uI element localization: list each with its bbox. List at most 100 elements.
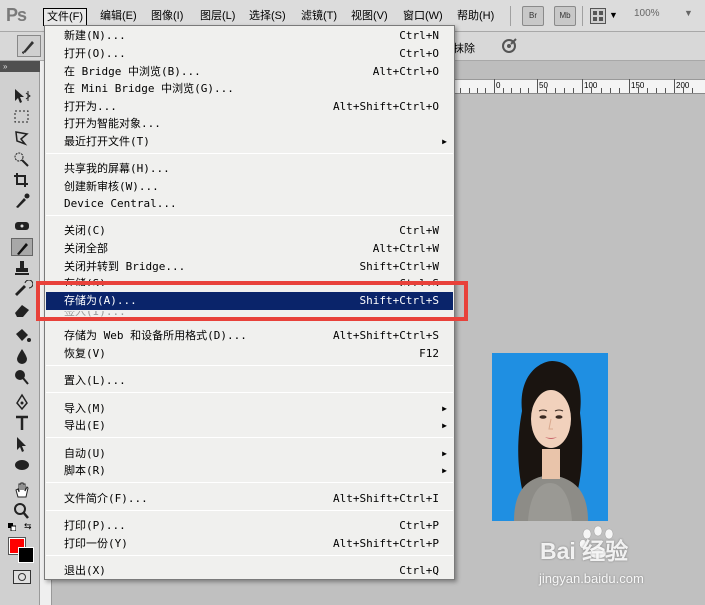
menu-item-revert[interactable]: 恢复(V) F12 [46,345,453,362]
menu-item-label: 存储为 Web 和设备所用格式(D)... [64,329,247,342]
menu-item-label: 关闭全部 [64,242,108,255]
menu-item-label: 打开为... [64,100,117,113]
menu-item-place[interactable]: 置入(L)... [46,372,453,389]
menu-item-export[interactable]: 导出(E) ▶ [46,417,453,434]
menu-item-label: 恢复(V) [64,347,106,360]
path-selection-tool-icon[interactable] [11,435,33,453]
menu-item-label: 文件简介(F)... [64,492,148,505]
clone-stamp-tool-icon[interactable] [11,259,33,277]
menu-separator [46,437,453,438]
menu-select[interactable]: 选择(S) [246,8,289,26]
watermark-brand: Bai 经验 [540,538,629,564]
horizontal-ruler: 0 50 100 150 200 [454,79,705,94]
menu-image[interactable]: 图像(I) [148,8,186,26]
menu-item-exit[interactable]: 退出(X) Ctrl+Q [46,562,453,579]
menu-item-new[interactable]: 新建(N)... Ctrl+N [46,27,453,44]
zoom-level[interactable]: 100% [634,8,660,19]
chevron-down-icon[interactable]: ▼ [609,10,618,20]
lasso-tool-icon[interactable] [11,129,33,147]
menu-view[interactable]: 视图(V) [348,8,391,26]
menu-item-print-one-copy[interactable]: 打印一份(Y) Alt+Shift+Ctrl+P [46,535,453,552]
eraser-tool-icon[interactable] [11,301,33,319]
healing-brush-tool-icon[interactable] [11,217,33,235]
menu-filter[interactable]: 滤镜(T) [298,8,340,26]
menu-item-device-central[interactable]: Device Central... [46,195,453,212]
menu-item-open-smart-object[interactable]: 打开为智能对象... [46,115,453,132]
history-brush-tool-icon[interactable] [11,279,34,298]
mini-bridge-button[interactable]: Mb [554,6,576,26]
chevron-down-icon[interactable]: ▼ [684,8,693,18]
menu-item-close-all[interactable]: 关闭全部 Alt+Ctrl+W [46,240,453,257]
menu-window[interactable]: 窗口(W) [400,8,446,26]
hand-tool-icon[interactable] [11,481,33,499]
pen-tool-icon[interactable] [11,393,33,411]
menu-item-shortcut: Alt+Shift+Ctrl+P [333,537,439,550]
menu-item-shortcut: Alt+Shift+Ctrl+I [333,492,439,505]
target-icon[interactable] [500,37,518,55]
ellipse-tool-icon[interactable] [11,456,33,474]
paint-bucket-tool-icon[interactable] [11,326,33,344]
menu-item-label: 关闭(C) [64,224,106,237]
menu-item-print[interactable]: 打印(P)... Ctrl+P [46,517,453,534]
crop-tool-icon[interactable] [11,171,33,189]
submenu-arrow-icon: ▶ [442,421,447,430]
watermark-url: jingyan.baidu.com [539,571,644,586]
menu-item-file-info[interactable]: 文件简介(F)... Alt+Shift+Ctrl+I [46,490,453,507]
menu-item-create-review[interactable]: 创建新审核(W)... [46,178,453,195]
menu-item-save-for-web[interactable]: 存储为 Web 和设备所用格式(D)... Alt+Shift+Ctrl+S [46,327,453,344]
menu-item-label: 打开(O)... [64,47,126,60]
menu-item-shortcut: Alt+Shift+Ctrl+O [333,100,439,113]
menu-separator [46,555,453,556]
menu-item-close[interactable]: 关闭(C) Ctrl+W [46,222,453,239]
quick-mask-icon[interactable] [13,570,31,584]
background-color-swatch[interactable] [18,547,34,563]
zoom-tool-icon[interactable] [11,502,33,520]
menu-item-label: 打开为智能对象... [64,117,161,130]
brush-tool-icon[interactable] [11,238,33,256]
auto-erase-label[interactable]: 抹除 [453,40,475,56]
menu-item-label: 退出(X) [64,564,106,577]
eyedropper-tool-icon[interactable] [11,192,33,210]
menu-item-label: 导入(M) [64,402,106,415]
move-tool-icon[interactable] [11,87,33,105]
swap-colors-icon[interactable]: ⇆ [24,521,32,532]
brush-preset-icon[interactable] [17,35,41,57]
default-colors-icon[interactable] [8,522,17,532]
marquee-tool-icon[interactable] [11,108,33,126]
menu-help[interactable]: 帮助(H) [454,8,497,26]
menu-item-shortcut: Shift+Ctrl+W [359,260,439,273]
menu-item-browse-bridge[interactable]: 在 Bridge 中浏览(B)... Alt+Ctrl+O [46,63,453,80]
quick-selection-tool-icon[interactable] [11,150,33,168]
menu-item-close-go-bridge[interactable]: 关闭并转到 Bridge... Shift+Ctrl+W [46,258,453,275]
submenu-arrow-icon: ▶ [442,449,447,458]
menu-edit[interactable]: 编辑(E) [97,8,140,26]
menu-separator [46,365,453,366]
menu-item-open-recent[interactable]: 最近打开文件(T) ▶ [46,133,453,150]
menu-item-open[interactable]: 打开(O)... Ctrl+O [46,45,453,62]
menu-item-open-as[interactable]: 打开为... Alt+Shift+Ctrl+O [46,98,453,115]
menu-item-label: 最近打开文件(T) [64,135,150,148]
menu-separator [510,6,511,26]
menu-item-label: Device Central... [64,197,177,210]
menu-item-shortcut: Alt+Ctrl+W [372,242,439,255]
menu-file[interactable]: 文件(F) [43,8,88,26]
menu-separator [46,392,453,393]
menu-layer[interactable]: 图层(L) [197,8,238,26]
menu-item-share-screen[interactable]: 共享我的屏幕(H)... [46,160,453,177]
bridge-button[interactable]: Br [522,6,544,26]
menu-separator [46,153,453,154]
menu-item-browse-mini-bridge[interactable]: 在 Mini Bridge 中浏览(G)... [46,80,453,97]
menu-item-shortcut: Alt+Ctrl+O [372,65,439,78]
menu-separator [46,215,453,216]
menu-item-scripts[interactable]: 脚本(R) ▶ [46,462,453,479]
menu-item-shortcut: Ctrl+P [399,519,439,532]
menu-item-label: 关闭并转到 Bridge... [64,260,186,273]
menu-item-automate[interactable]: 自动(U) ▶ [46,445,453,462]
menu-item-import[interactable]: 导入(M) ▶ [46,400,453,417]
annotation-highlight-box [36,281,468,321]
dodge-tool-icon[interactable] [11,368,33,386]
type-tool-icon[interactable] [11,414,33,432]
blur-tool-icon[interactable] [11,347,33,365]
panel-collapse-icon[interactable]: » [0,61,40,72]
view-extras-icon[interactable] [590,8,606,24]
